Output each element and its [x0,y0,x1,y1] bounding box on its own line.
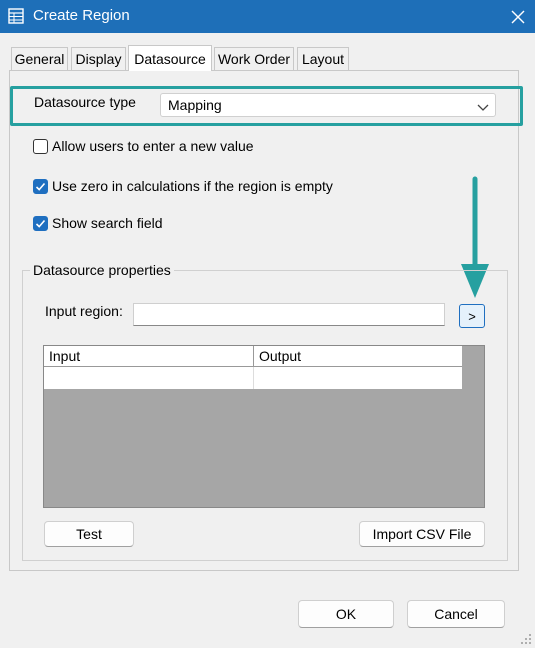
window-title: Create Region [33,7,130,24]
test-button[interactable]: Test [44,521,134,547]
grid-cell-output[interactable] [254,367,462,389]
close-icon [511,10,525,23]
datasource-type-label: Datasource type [34,94,136,110]
mapping-grid[interactable]: Input Output [43,345,485,508]
import-csv-button[interactable]: Import CSV File [359,521,485,547]
use-zero-label: Use zero in calculations if the region i… [52,178,333,194]
ok-button[interactable]: OK [298,600,394,628]
input-region-label: Input region: [45,303,123,319]
input-region-field[interactable] [133,303,445,326]
table-icon [8,8,24,24]
datasource-type-select[interactable]: Mapping [160,93,496,117]
allow-new-value-checkbox[interactable] [33,139,48,154]
grid-header-input[interactable]: Input [44,346,254,367]
browse-button[interactable]: > [459,304,485,328]
allow-new-value-label: Allow users to enter a new value [52,138,254,154]
tab-datasource[interactable]: Datasource [128,45,212,71]
show-search-checkbox[interactable] [33,216,48,231]
cancel-button[interactable]: Cancel [407,600,505,628]
show-search-label: Show search field [52,215,163,231]
grid-cell-input[interactable] [44,367,254,389]
tab-display[interactable]: Display [71,47,126,70]
close-button[interactable] [501,0,535,33]
grid-header-output-label: Output [259,348,302,364]
checkmark-icon [35,219,46,228]
use-zero-checkbox[interactable] [33,179,48,194]
tab-layout[interactable]: Layout [297,47,349,70]
grid-header-input-label: Input [49,348,81,364]
tab-work-order[interactable]: Work Order [214,47,294,70]
tab-general[interactable]: General [11,47,68,70]
chevron-down-icon [477,100,489,112]
title-bar: Create Region [0,0,535,33]
grid-header-output[interactable]: Output [254,346,462,367]
datasource-type-value: Mapping [168,97,222,113]
checkmark-icon [35,182,46,191]
datasource-properties-title: Datasource properties [30,262,174,278]
resize-grip-icon[interactable] [520,632,532,644]
